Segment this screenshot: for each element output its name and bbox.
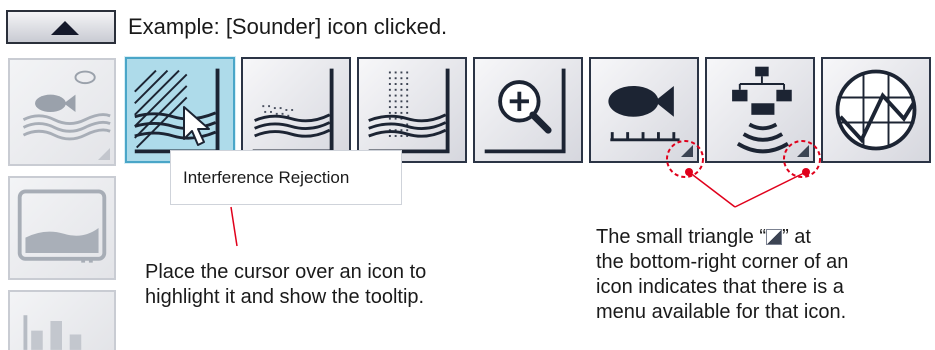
triangle-note-line1: The small triangle “ ” at bbox=[596, 225, 848, 250]
zoom-button[interactable] bbox=[473, 57, 583, 163]
graph-circle-button[interactable] bbox=[821, 57, 931, 163]
cursor-note-line2: highlight it and show the tooltip. bbox=[145, 286, 425, 308]
graph-circle-icon bbox=[835, 69, 917, 151]
menu-triangle-icon bbox=[797, 145, 809, 157]
menu-triangle-icon bbox=[681, 145, 693, 157]
example-caption: Example: [Sounder] icon clicked. bbox=[128, 14, 448, 39]
zoom-icon bbox=[484, 68, 566, 154]
bar-graph-icon bbox=[23, 315, 82, 350]
triangle-up-icon bbox=[51, 21, 79, 35]
fish-waves-button[interactable] bbox=[8, 58, 116, 166]
tooltip-text: Interference Rejection bbox=[183, 168, 350, 187]
small-triangle-icon bbox=[766, 229, 783, 245]
dotted-layer-button[interactable] bbox=[357, 57, 467, 163]
triangle-note-line1-pre: The small triangle “ bbox=[596, 226, 767, 248]
dotted-layer-icon bbox=[368, 68, 450, 154]
triangle-note-line4: menu available for that icon. bbox=[596, 301, 847, 323]
cursor-note: Place the cursor over an icon to highlig… bbox=[145, 260, 426, 310]
seabed-dots-icon bbox=[252, 68, 334, 154]
triangle-note-line3: icon indicates that there is a bbox=[596, 276, 844, 298]
mouse-cursor-icon bbox=[183, 106, 210, 146]
bar-graph-button[interactable] bbox=[8, 290, 116, 350]
cursor-note-line1: Place the cursor over an icon to bbox=[145, 261, 427, 283]
tooltip: Interference Rejection bbox=[170, 150, 402, 205]
display-icon bbox=[17, 189, 107, 263]
seabed-dots-button[interactable] bbox=[241, 57, 351, 163]
triangle-note-line2: the bottom-right corner of an bbox=[596, 251, 849, 273]
fish-scale-button[interactable] bbox=[589, 57, 699, 163]
triangle-note: The small triangle “ ” at the bottom-righ… bbox=[596, 225, 848, 325]
display-button[interactable] bbox=[8, 176, 116, 280]
network-sonar-button[interactable] bbox=[705, 57, 815, 163]
triangle-note-line1-post: ” at bbox=[782, 226, 811, 248]
collapse-button[interactable] bbox=[6, 10, 116, 44]
menu-triangle-icon bbox=[98, 148, 110, 160]
